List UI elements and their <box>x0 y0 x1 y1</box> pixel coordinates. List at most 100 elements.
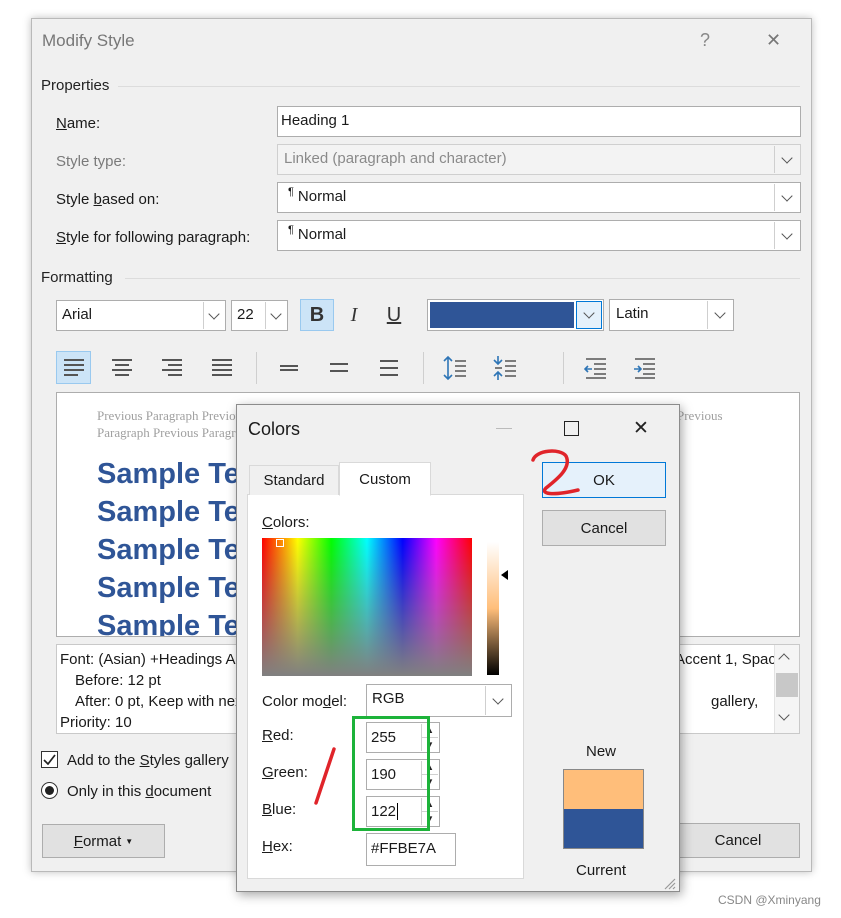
description-line: Before: 12 pt <box>75 672 161 689</box>
watermark: CSDN @Xminyang <box>718 893 821 907</box>
underline-button[interactable]: U <box>377 299 411 331</box>
double-spacing-icon <box>379 359 398 376</box>
new-color-swatch <box>563 769 644 809</box>
decrease-spacing-button[interactable] <box>487 351 522 384</box>
decrease-indent-button[interactable] <box>578 351 613 384</box>
hex-input[interactable]: #FFBE7A <box>366 833 456 866</box>
maximize-icon[interactable] <box>564 421 579 436</box>
script-select[interactable]: Latin <box>609 299 734 331</box>
scroll-down-icon[interactable] <box>778 709 790 721</box>
chevron-down-icon[interactable] <box>774 222 799 249</box>
hex-value: #FFBE7A <box>371 840 437 857</box>
chevron-down-icon[interactable] <box>265 302 286 329</box>
colors-cancel-button[interactable]: Cancel <box>542 510 666 546</box>
hand-drawn-annotation-2 <box>531 449 580 496</box>
dialog-title: Modify Style <box>42 31 135 50</box>
following-value: Normal <box>297 226 347 243</box>
justify-button[interactable] <box>204 351 239 384</box>
italic-button[interactable]: I <box>337 299 371 331</box>
description-line: After: 0 pt, Keep with next <box>75 693 247 710</box>
red-label: Red: <box>262 727 294 744</box>
luminance-pointer-icon[interactable] <box>501 570 508 580</box>
name-value: Heading 1 <box>281 112 350 129</box>
section-divider <box>125 278 800 279</box>
toolbar-separator <box>563 352 564 384</box>
colors-dialog-title: Colors <box>248 419 301 439</box>
scroll-up-icon[interactable] <box>778 653 790 665</box>
font-size-select[interactable]: 22 <box>231 300 288 331</box>
close-icon[interactable]: ✕ <box>766 30 781 51</box>
color-model-select[interactable]: RGB <box>366 684 512 717</box>
current-color-label: Current <box>576 862 627 879</box>
font-name-value: Arial <box>62 306 93 323</box>
luminance-slider[interactable] <box>487 542 499 675</box>
toolbar-separator <box>423 352 424 384</box>
following-select[interactable]: ¶ Normal <box>277 220 801 251</box>
help-button[interactable]: ? <box>700 30 710 51</box>
chevron-down-icon[interactable] <box>774 184 799 211</box>
align-center-icon <box>111 359 132 376</box>
align-center-button[interactable] <box>104 351 139 384</box>
color-model-value: RGB <box>372 690 405 707</box>
crosshair-icon[interactable] <box>276 539 284 547</box>
description-line: gallery, <box>711 693 759 710</box>
modify-style-cancel-button[interactable]: Cancel <box>676 823 800 858</box>
format-button-label: Format <box>73 832 122 850</box>
add-to-gallery-checkbox[interactable] <box>41 751 58 768</box>
only-this-document-radio[interactable] <box>41 782 58 799</box>
format-button[interactable]: Format ▼ <box>42 824 165 858</box>
name-label: Name: <box>56 115 101 132</box>
chevron-down-icon[interactable] <box>485 686 510 715</box>
close-icon[interactable]: ✕ <box>633 417 649 440</box>
previous-paragraph-text: Paragraph Previous Paragraph <box>97 425 255 440</box>
description-scrollbar[interactable] <box>774 645 799 733</box>
blue-label: Blue: <box>262 801 297 818</box>
tab-custom[interactable]: Custom <box>339 462 431 496</box>
checkmark-icon <box>43 754 56 765</box>
align-right-icon <box>161 359 182 376</box>
increase-indent-button[interactable] <box>627 351 662 384</box>
chevron-down-icon <box>774 146 799 173</box>
align-left-button[interactable] <box>56 351 91 384</box>
chevron-down-icon[interactable] <box>203 302 224 329</box>
increase-indent-icon <box>633 357 655 379</box>
one-half-spacing-button[interactable] <box>321 351 356 384</box>
font-color-select[interactable] <box>427 299 604 331</box>
style-type-label: Style type: <box>56 153 127 170</box>
description-line: Accent 1, Space <box>675 651 785 668</box>
name-input[interactable]: Heading 1 <box>277 106 801 137</box>
previous-paragraph-text: Previous Paragraph Previous <box>97 408 248 423</box>
align-right-button[interactable] <box>154 351 189 384</box>
resize-grip-icon[interactable] <box>662 876 676 890</box>
font-size-value: 22 <box>237 306 254 323</box>
scrollbar-thumb[interactable] <box>776 673 798 697</box>
color-spectrum-picker[interactable] <box>262 538 472 676</box>
align-left-icon <box>63 359 84 376</box>
tab-standard[interactable]: Standard <box>249 465 339 495</box>
previous-paragraph-text: Previous <box>677 408 723 423</box>
script-value: Latin <box>616 305 649 322</box>
pilcrow-icon: ¶ <box>288 224 294 236</box>
dropdown-arrow-icon: ▼ <box>125 836 134 846</box>
justify-icon <box>211 359 232 376</box>
single-spacing-icon <box>279 364 298 371</box>
based-on-select[interactable]: ¶ Normal <box>277 182 801 213</box>
green-highlight-box <box>352 716 430 831</box>
one-half-spacing-icon <box>329 363 348 372</box>
following-label: Style for following paragraph: <box>56 229 251 246</box>
bold-button[interactable]: B <box>300 299 334 331</box>
font-color-swatch <box>430 302 574 328</box>
based-on-value: Normal <box>297 188 347 205</box>
add-to-gallery-label: Add to the Styles gallery <box>67 752 229 769</box>
style-type-value: Linked (paragraph and character) <box>284 150 507 167</box>
double-spacing-button[interactable] <box>371 351 406 384</box>
single-spacing-button[interactable] <box>271 351 306 384</box>
increase-spacing-button[interactable] <box>437 351 472 384</box>
only-this-document-label: Only in this document <box>67 783 212 800</box>
chevron-down-icon[interactable] <box>576 301 602 329</box>
based-on-label: Style based on: <box>56 191 160 208</box>
green-label: Green: <box>262 764 308 781</box>
chevron-down-icon[interactable] <box>707 301 732 329</box>
minimize-icon[interactable] <box>496 428 512 429</box>
font-name-select[interactable]: Arial <box>56 300 226 331</box>
